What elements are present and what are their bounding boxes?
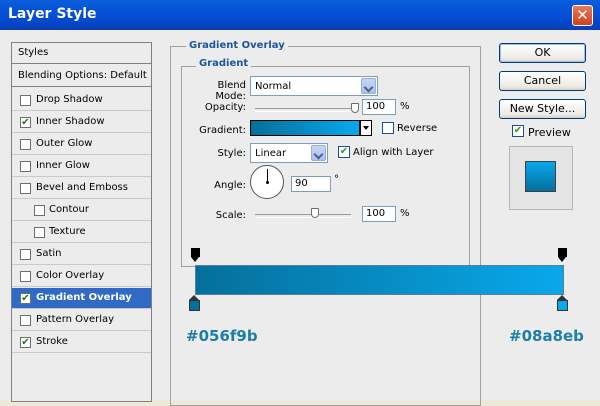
scale-input[interactable]: 100 (362, 206, 396, 222)
title-bar: Layer Style ✕ (0, 0, 600, 30)
opacity-stop-left[interactable] (191, 248, 200, 263)
contour-checkbox[interactable] (34, 205, 45, 216)
scale-label: Scale: (215, 210, 246, 221)
cancel-button[interactable]: Cancel (499, 71, 586, 91)
align-with-layer-label: Align with Layer (353, 147, 434, 158)
gradient-subgroup-title: Gradient (196, 58, 252, 69)
styles-list: Styles Blending Options: Default Drop Sh… (11, 42, 152, 402)
close-button[interactable]: ✕ (572, 5, 593, 26)
color-overlay-checkbox[interactable] (20, 271, 31, 282)
opacity-stop-right[interactable] (558, 248, 567, 263)
gradient-overlay-checkbox[interactable]: ✔ (20, 293, 31, 304)
window-title: Layer Style (8, 6, 97, 22)
style-item-satin[interactable]: Satin (12, 244, 151, 265)
preview-checkbox[interactable]: ✔ (512, 125, 524, 137)
start-color-hex: #056f9b (186, 327, 258, 345)
color-stop-right[interactable] (557, 295, 568, 312)
color-stop-left[interactable] (189, 295, 200, 312)
blend-mode-select[interactable]: Normal (250, 76, 378, 96)
inner-glow-checkbox[interactable] (20, 161, 31, 172)
style-item-pattern-overlay[interactable]: Pattern Overlay (12, 310, 151, 331)
end-color-hex: #08a8eb (509, 327, 584, 345)
preview-swatch (525, 161, 556, 192)
scale-slider-thumb[interactable] (311, 208, 319, 218)
style-item-texture[interactable]: Texture (12, 222, 151, 243)
style-item-inner-glow[interactable]: Inner Glow (12, 156, 151, 177)
style-item-stroke[interactable]: ✔ Stroke (12, 332, 151, 353)
scale-slider-track[interactable] (255, 214, 351, 218)
angle-dial[interactable] (250, 165, 284, 199)
opacity-slider-thumb[interactable] (351, 103, 359, 113)
satin-checkbox[interactable] (20, 249, 31, 260)
gradient-bar[interactable] (195, 265, 564, 295)
drop-shadow-checkbox[interactable] (20, 95, 31, 106)
opacity-label: Opacity: (204, 102, 246, 113)
opacity-input[interactable]: 100 (362, 99, 396, 115)
style-item-gradient-overlay[interactable]: ✔ Gradient Overlay (12, 288, 151, 309)
preview-label: Preview (528, 126, 571, 139)
style-item-inner-shadow[interactable]: ✔ Inner Shadow (12, 112, 151, 133)
style-label: Style: (217, 148, 247, 159)
blend-mode-label: Blend Mode: (215, 80, 246, 102)
chevron-down-icon (361, 78, 376, 94)
gradient-overlay-title: Gradient Overlay (186, 40, 288, 51)
chevron-down-icon (311, 145, 326, 161)
texture-checkbox[interactable] (34, 227, 45, 238)
angle-input[interactable]: 90 (291, 176, 331, 192)
style-select[interactable]: Linear (250, 143, 328, 163)
pattern-overlay-checkbox[interactable] (20, 315, 31, 326)
angle-center (266, 181, 269, 184)
gradient-label: Gradient: (199, 125, 246, 136)
style-item-color-overlay[interactable]: Color Overlay (12, 266, 151, 287)
bevel-emboss-checkbox[interactable] (20, 183, 31, 194)
style-item-bevel-emboss[interactable]: Bevel and Emboss (12, 178, 151, 199)
angle-label: Angle: (214, 180, 246, 191)
style-item-outer-glow[interactable]: Outer Glow (12, 134, 151, 155)
angle-unit: ° (334, 174, 339, 185)
outer-glow-checkbox[interactable] (20, 139, 31, 150)
style-item-contour[interactable]: Contour (12, 200, 151, 221)
gradient-picker-swatch[interactable] (250, 120, 360, 136)
scale-unit: % (400, 208, 410, 219)
stroke-checkbox[interactable]: ✔ (20, 337, 31, 348)
gradient-picker-dropdown[interactable] (360, 120, 372, 136)
align-with-layer-checkbox[interactable]: ✔ (338, 146, 350, 158)
inner-shadow-checkbox[interactable]: ✔ (20, 117, 31, 128)
reverse-checkbox[interactable] (382, 122, 394, 134)
new-style-button[interactable]: New Style... (499, 99, 586, 119)
styles-header[interactable]: Styles (12, 43, 151, 64)
style-item-drop-shadow[interactable]: Drop Shadow (12, 90, 151, 111)
blending-options-item[interactable]: Blending Options: Default (12, 66, 151, 87)
opacity-slider-track[interactable] (255, 108, 355, 112)
reverse-label: Reverse (397, 123, 438, 134)
ok-button[interactable]: OK (499, 43, 586, 63)
opacity-unit: % (400, 101, 410, 112)
close-icon: ✕ (576, 6, 589, 24)
